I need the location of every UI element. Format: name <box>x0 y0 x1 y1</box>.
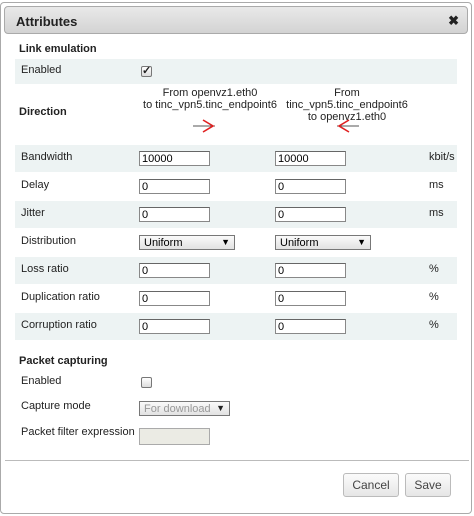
direction-1-header: From openvz1.eth0 to tinc_vpn5.tinc_endp… <box>135 87 285 111</box>
jitter-label: Jitter <box>21 207 45 219</box>
capture-enabled-checkbox[interactable] <box>141 377 152 388</box>
arrow-right-icon <box>193 119 215 133</box>
arrow-left-icon <box>337 119 359 133</box>
loss-ratio-label: Loss ratio <box>21 263 69 275</box>
packet-filter-row: Packet filter expression <box>15 423 457 449</box>
capture-mode-select[interactable]: For download ▼ <box>139 401 230 416</box>
distribution-row: Distribution Uniform ▼ Uniform ▼ <box>15 229 457 256</box>
jitter-unit: ms <box>429 207 444 219</box>
bandwidth-input-dir2[interactable]: 10000 <box>275 151 346 166</box>
duplication-ratio-label: Duplication ratio <box>21 291 100 303</box>
jitter-input-dir2[interactable]: 0 <box>275 207 346 222</box>
capture-enabled-label: Enabled <box>21 375 62 387</box>
dialog-titlebar[interactable]: Attributes ✖ <box>4 6 468 34</box>
delay-row: Delay 0 0 ms <box>15 173 457 200</box>
packet-capturing-heading: Packet capturing <box>19 355 108 367</box>
corruption-ratio-row: Corruption ratio 0 0 % <box>15 313 457 340</box>
jitter-input-dir1[interactable]: 0 <box>139 207 210 222</box>
bandwidth-row: Bandwidth 10000 10000 kbit/s <box>15 145 457 172</box>
capture-mode-value: For download <box>144 403 211 415</box>
bandwidth-label: Bandwidth <box>21 151 73 163</box>
corruption-ratio-input-dir2[interactable]: 0 <box>275 319 346 334</box>
corruption-ratio-unit: % <box>429 319 439 331</box>
dropdown-arrow-icon: ▼ <box>357 237 366 247</box>
delay-unit: ms <box>429 179 444 191</box>
link-emulation-heading: Link emulation <box>19 43 97 55</box>
dropdown-arrow-icon: ▼ <box>221 237 230 247</box>
loss-ratio-input-dir1[interactable]: 0 <box>139 263 210 278</box>
distribution-select-dir1[interactable]: Uniform ▼ <box>139 235 235 250</box>
packet-filter-label: Packet filter expression <box>21 426 135 438</box>
delay-label: Delay <box>21 179 50 191</box>
link-enabled-row: Enabled ✓ <box>15 59 457 84</box>
jitter-row: Jitter 0 0 ms <box>15 201 457 228</box>
close-icon[interactable]: ✖ <box>448 13 459 29</box>
delay-input-dir1[interactable]: 0 <box>139 179 210 194</box>
capture-enabled-row: Enabled <box>15 370 457 394</box>
link-enabled-label: Enabled <box>21 64 62 76</box>
bandwidth-input-dir1[interactable]: 10000 <box>139 151 210 166</box>
save-button[interactable]: Save <box>405 473 451 497</box>
delay-input-dir2[interactable]: 0 <box>275 179 346 194</box>
direction-2-line1: From tinc_vpn5.tinc_endpoint6 <box>286 87 408 111</box>
distribution-label: Distribution <box>21 235 77 247</box>
distribution-value-dir2: Uniform <box>280 237 319 249</box>
distribution-value-dir1: Uniform <box>144 237 183 249</box>
button-pane-divider <box>5 460 469 461</box>
checkmark-icon: ✓ <box>142 65 152 77</box>
direction-1-line1: From openvz1.eth0 <box>162 87 258 99</box>
dialog-title: Attributes <box>16 14 78 29</box>
loss-ratio-unit: % <box>429 263 439 275</box>
attributes-dialog: Attributes ✖ Link emulation Enabled ✓ Di… <box>0 2 472 514</box>
capture-mode-row: Capture mode For download ▼ <box>15 396 457 422</box>
loss-ratio-input-dir2[interactable]: 0 <box>275 263 346 278</box>
distribution-select-dir2[interactable]: Uniform ▼ <box>275 235 371 250</box>
packet-filter-input[interactable] <box>139 428 210 445</box>
corruption-ratio-input-dir1[interactable]: 0 <box>139 319 210 334</box>
cancel-button[interactable]: Cancel <box>343 473 399 497</box>
capture-mode-label: Capture mode <box>21 400 91 412</box>
corruption-ratio-label: Corruption ratio <box>21 319 97 331</box>
duplication-ratio-input-dir2[interactable]: 0 <box>275 291 346 306</box>
duplication-ratio-unit: % <box>429 291 439 303</box>
direction-1-line2: to tinc_vpn5.tinc_endpoint6 <box>143 99 277 111</box>
bandwidth-unit: kbit/s <box>429 151 455 163</box>
direction-heading: Direction <box>19 106 67 118</box>
dropdown-arrow-icon: ▼ <box>216 403 225 413</box>
link-enabled-checkbox[interactable]: ✓ <box>141 65 152 77</box>
duplication-ratio-row: Duplication ratio 0 0 % <box>15 285 457 312</box>
duplication-ratio-input-dir1[interactable]: 0 <box>139 291 210 306</box>
loss-ratio-row: Loss ratio 0 0 % <box>15 257 457 284</box>
